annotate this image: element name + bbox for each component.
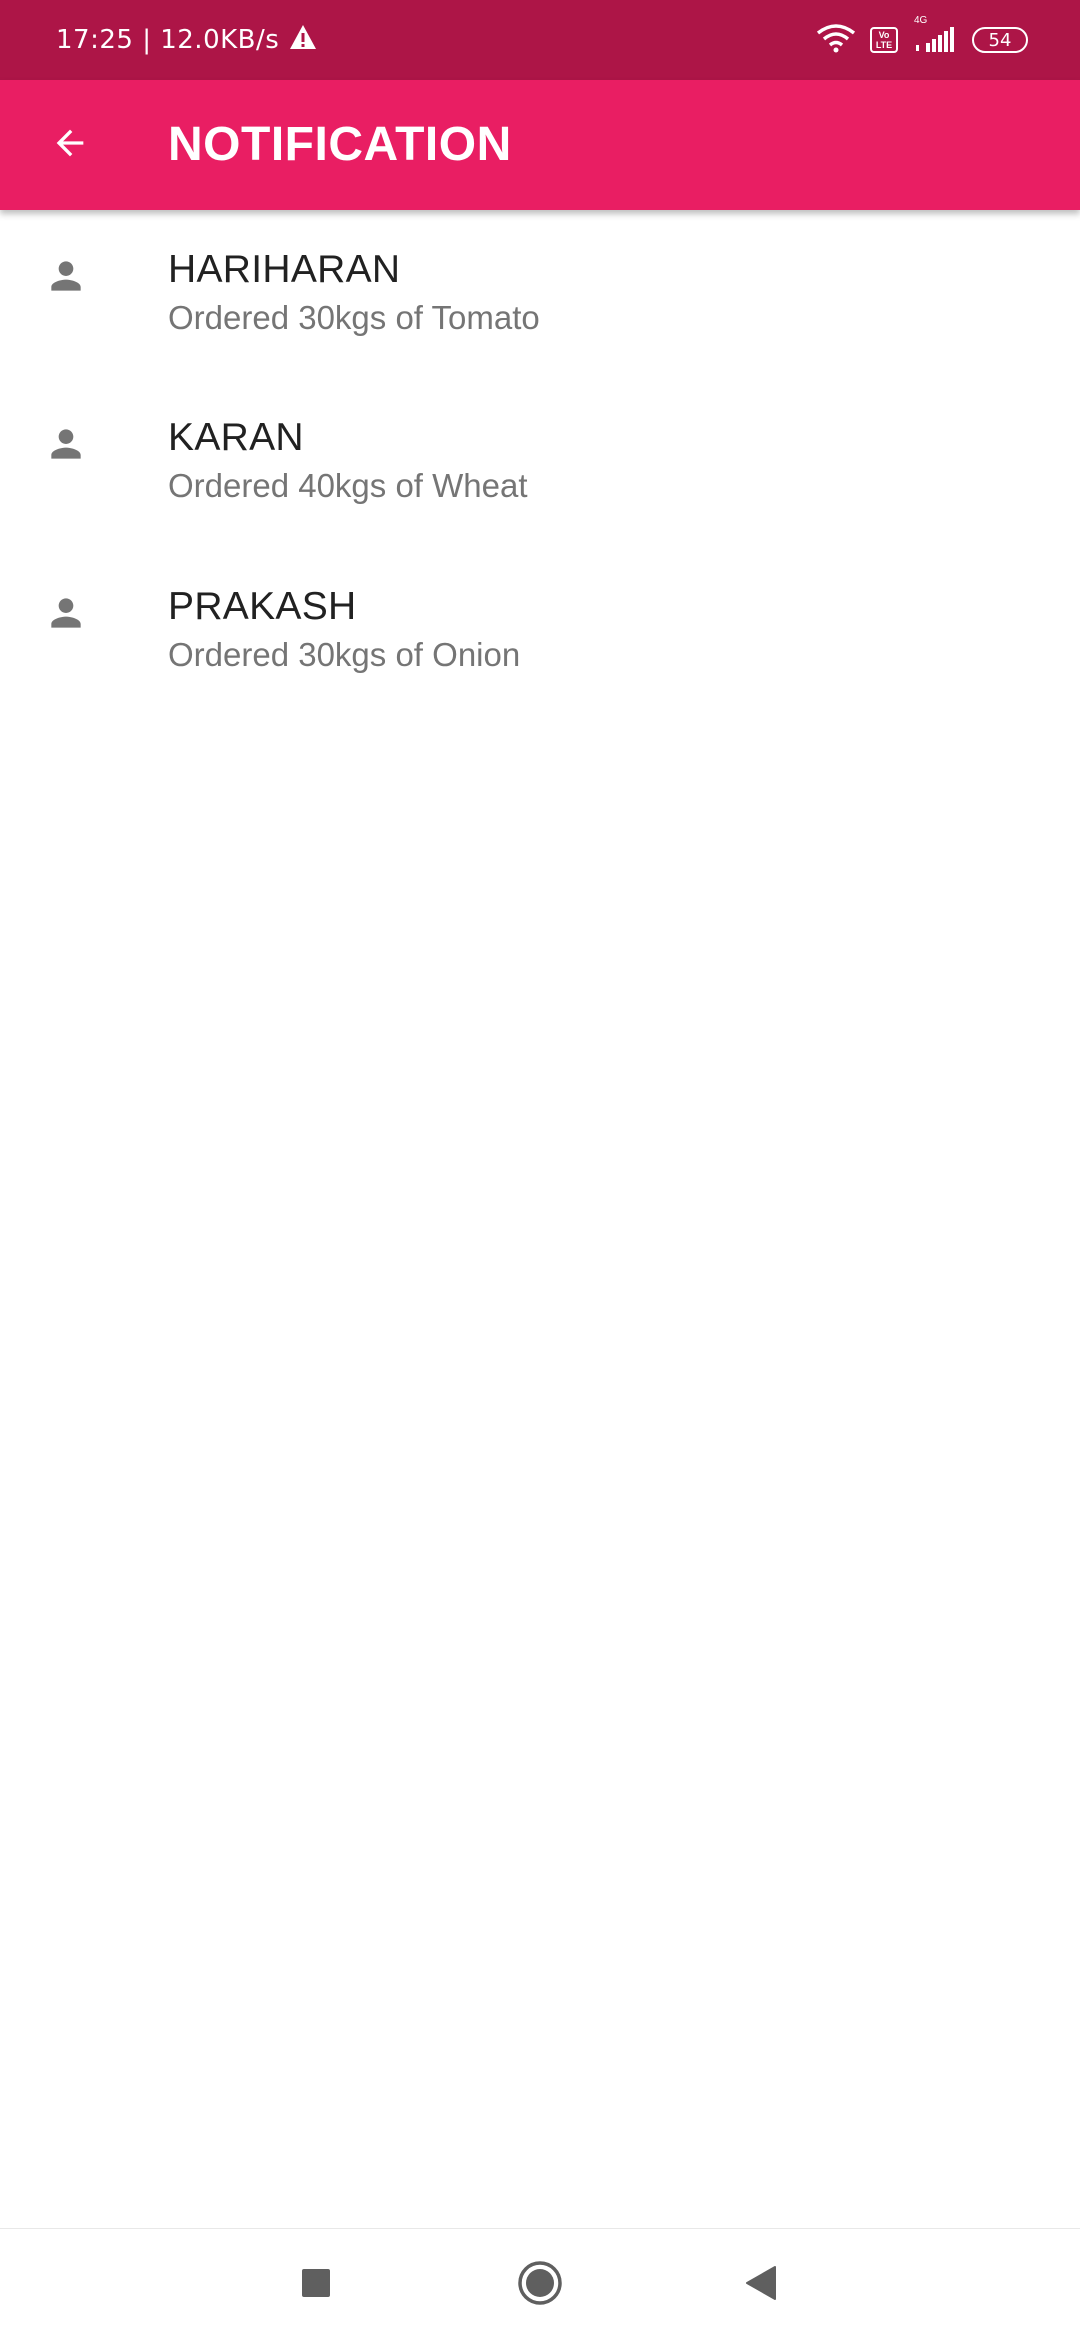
back-button[interactable]: [30, 105, 110, 185]
notification-text: HARIHARAN Ordered 30kgs of Tomato: [168, 246, 540, 341]
system-nav-bar: [0, 2228, 1080, 2340]
recents-button[interactable]: [280, 2249, 352, 2321]
status-right: Vo LTE 4G 54: [816, 0, 1028, 80]
person-icon: [44, 591, 88, 635]
status-bar: 17:25 | 12.0KB/s Vo LTE 4G 54: [0, 0, 1080, 80]
notification-name: HARIHARAN: [168, 248, 401, 291]
notification-text: KARAN Ordered 40kgs of Wheat: [168, 414, 528, 509]
notification-message: Ordered 30kgs of Onion: [168, 636, 521, 673]
notification-list: HARIHARAN Ordered 30kgs of Tomato KARAN …: [0, 210, 1080, 716]
notification-item[interactable]: KARAN Ordered 40kgs of Wheat: [0, 378, 1080, 547]
signal-icon: 4G: [912, 15, 958, 53]
square-icon: [301, 2268, 331, 2303]
battery-icon: 54: [972, 27, 1028, 53]
time-speed-text: 17:25 | 12.0KB/s: [56, 25, 280, 55]
warning-icon: [289, 24, 317, 57]
notification-name: PRAKASH: [168, 585, 357, 628]
nav-back-button[interactable]: [724, 2249, 796, 2321]
battery-level-text: 54: [988, 29, 1012, 51]
screen: 17:25 | 12.0KB/s Vo LTE 4G 54 NOTIFICATI…: [0, 0, 1080, 2340]
page-title: NOTIFICATION: [168, 118, 512, 171]
notification-item[interactable]: PRAKASH Ordered 30kgs of Onion: [0, 547, 1080, 716]
status-left: 17:25 | 12.0KB/s: [56, 0, 317, 80]
person-icon: [44, 254, 88, 298]
notification-message: Ordered 30kgs of Tomato: [168, 299, 540, 336]
app-bar: NOTIFICATION: [0, 80, 1080, 210]
notification-text: PRAKASH Ordered 30kgs of Onion: [168, 583, 520, 678]
volte-icon: Vo LTE: [870, 27, 898, 53]
wifi-icon: [816, 23, 856, 58]
network-type-text: 4G: [914, 15, 928, 26]
home-button[interactable]: [504, 2249, 576, 2321]
volte-bottom-text: LTE: [875, 40, 893, 50]
arrow-back-icon: [50, 123, 90, 168]
notification-name: KARAN: [168, 416, 304, 459]
notification-message: Ordered 40kgs of Wheat: [168, 467, 528, 504]
person-icon: [44, 422, 88, 466]
triangle-back-icon: [743, 2265, 777, 2306]
notification-item[interactable]: HARIHARAN Ordered 30kgs of Tomato: [0, 210, 1080, 378]
volte-top-text: Vo: [878, 30, 890, 40]
circle-icon: [517, 2260, 563, 2311]
